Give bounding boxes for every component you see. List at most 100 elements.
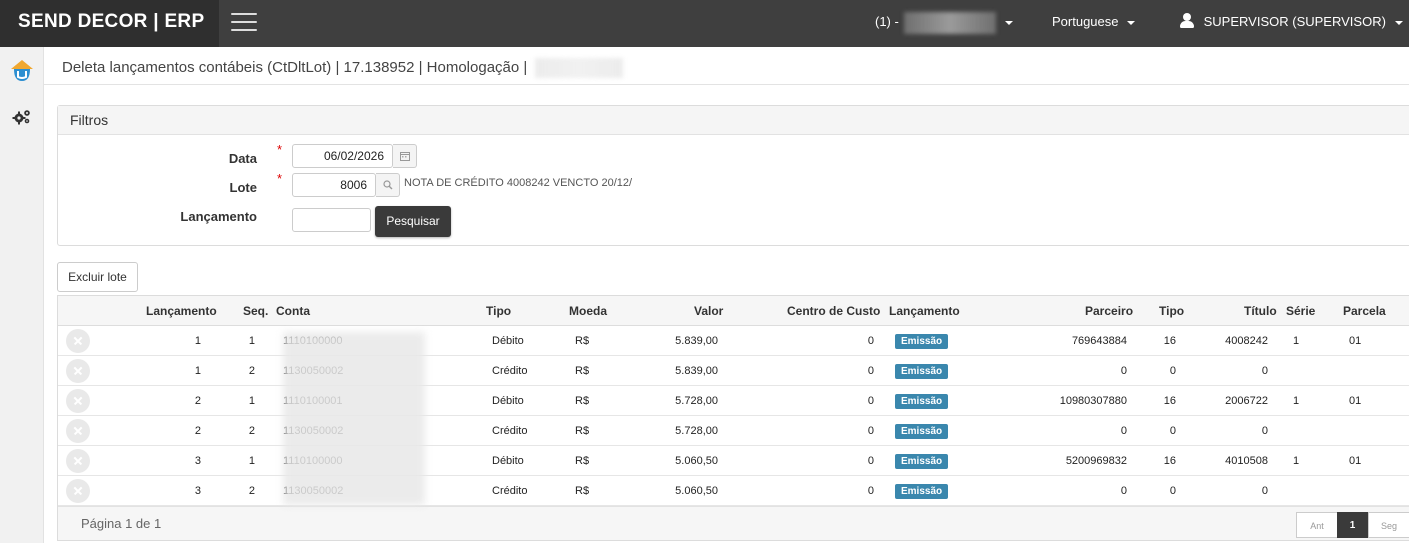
cell-tipo-titulo: 16: [1163, 455, 1176, 467]
company-selector[interactable]: (1) -: [875, 0, 1014, 47]
sidebar-item-home[interactable]: [0, 49, 44, 93]
cell-valor: 5.728,00: [675, 395, 718, 407]
delete-row-icon[interactable]: [66, 479, 90, 503]
filters-title: Filtros: [58, 106, 1409, 135]
delete-row-icon[interactable]: [66, 389, 90, 413]
cell-titulo: 4008242: [1225, 335, 1268, 347]
delete-batch-button[interactable]: Excluir lote: [57, 262, 138, 292]
sidebar-item-settings[interactable]: [0, 95, 44, 139]
app-brand[interactable]: SEND DECOR | ERP: [0, 0, 219, 47]
cell-serie: 1: [1293, 335, 1300, 347]
next-page-button[interactable]: Seg: [1368, 512, 1409, 538]
delete-row-icon[interactable]: [66, 329, 90, 353]
language-selector[interactable]: Portuguese: [1052, 0, 1136, 47]
cell-centro-custo: 0: [867, 425, 874, 437]
entry-type-badge[interactable]: Emissão: [895, 364, 949, 379]
col-tipo[interactable]: Tipo: [486, 296, 511, 326]
lancamento-field[interactable]: [292, 208, 371, 232]
cell-valor: 5.839,00: [675, 335, 718, 347]
table-row[interactable]: 111110100000DébitoR$5.839,00076964388416…: [58, 326, 1409, 356]
gears-icon: [12, 110, 30, 125]
cell-centro-custo: 0: [867, 365, 874, 377]
col-lancamento[interactable]: Lançamento: [146, 296, 217, 326]
entry-type-badge[interactable]: Emissão: [895, 394, 949, 409]
entry-type-badge[interactable]: Emissão: [895, 484, 949, 499]
calendar-button[interactable]: [393, 144, 417, 168]
cell-tipo-titulo: 0: [1169, 365, 1176, 377]
delete-row-icon[interactable]: [66, 449, 90, 473]
cell-lancamento: 2: [194, 425, 201, 437]
lote-field[interactable]: 8006: [292, 173, 376, 197]
cell-centro-custo: 0: [867, 395, 874, 407]
chevron-down-icon: [1005, 20, 1014, 25]
data-field[interactable]: 06/02/2026: [292, 144, 393, 168]
chevron-down-icon: [1127, 20, 1136, 25]
cell-titulo: 4010508: [1225, 455, 1268, 467]
cell-moeda: R$: [575, 455, 590, 467]
cell-lancamento: 3: [194, 455, 201, 467]
cell-moeda: R$: [575, 365, 590, 377]
table-row[interactable]: 121130050002CréditoR$5.839,000000Emissão: [58, 356, 1409, 386]
col-tipo-titulo[interactable]: Tipo: [1159, 296, 1184, 326]
entry-type-badge[interactable]: Emissão: [895, 454, 949, 469]
cell-valor: 5.060,50: [675, 455, 718, 467]
prev-page-button[interactable]: Ant: [1296, 512, 1338, 538]
user-menu[interactable]: SUPERVISOR (SUPERVISOR): [1180, 0, 1403, 47]
cell-valor: 5.060,50: [675, 485, 718, 497]
lote-search-button[interactable]: [376, 173, 400, 197]
lancamento-label: Lançamento: [180, 209, 257, 224]
col-lancamento-tipo[interactable]: Lançamento: [889, 296, 960, 326]
sidebar: [0, 47, 44, 543]
delete-row-icon[interactable]: [66, 419, 90, 443]
company-prefix: (1) -: [875, 14, 899, 29]
cell-centro-custo: 0: [867, 485, 874, 497]
cell-parcela: 01: [1349, 455, 1362, 467]
cell-tipo: Débito: [492, 395, 524, 407]
data-label: Data: [228, 151, 257, 166]
menu-toggle-icon[interactable]: [231, 13, 257, 33]
lote-label: Lote: [229, 180, 257, 195]
table-row[interactable]: 311110100000DébitoR$5.060,50052009698321…: [58, 446, 1409, 476]
cell-parcela: 01: [1349, 395, 1362, 407]
cell-tipo: Débito: [492, 455, 524, 467]
table-row[interactable]: 211110100001DébitoR$5.728,00010980307880…: [58, 386, 1409, 416]
cell-parcela: 01: [1349, 335, 1362, 347]
page-1-button[interactable]: 1: [1337, 512, 1368, 538]
page-info: Página 1 de 1: [81, 516, 162, 531]
filters-panel: Filtros: [57, 105, 1409, 246]
cell-tipo-titulo: 16: [1163, 395, 1176, 407]
cell-lancamento: 3: [194, 485, 201, 497]
col-centro-custo[interactable]: Centro de Custo: [787, 296, 880, 326]
cell-seq: 1: [248, 335, 255, 347]
language-label: Portuguese: [1052, 14, 1119, 29]
col-conta[interactable]: Conta: [276, 296, 310, 326]
col-seq[interactable]: Seq.: [243, 296, 268, 326]
table-row[interactable]: 321130050002CréditoR$5.060,500000Emissão: [58, 476, 1409, 506]
cell-tipo: Crédito: [492, 425, 528, 437]
page-title: Deleta lançamentos contábeis (CtDltLot) …: [62, 58, 624, 78]
divider: [44, 84, 1409, 85]
cell-seq: 1: [248, 455, 255, 467]
account-redaction: [283, 332, 425, 505]
col-valor[interactable]: Valor: [694, 296, 723, 326]
col-parcela[interactable]: Parcela: [1343, 296, 1386, 326]
delete-row-icon[interactable]: [66, 359, 90, 383]
cell-moeda: R$: [575, 335, 590, 347]
entry-type-badge[interactable]: Emissão: [895, 334, 949, 349]
company-name-redacted: [904, 11, 997, 34]
col-titulo[interactable]: Título: [1244, 296, 1277, 326]
col-moeda[interactable]: Moeda: [569, 296, 607, 326]
user-name: SUPERVISOR (SUPERVISOR): [1203, 14, 1386, 29]
col-serie[interactable]: Série: [1286, 296, 1315, 326]
search-icon: [382, 180, 392, 190]
cell-tipo: Crédito: [492, 485, 528, 497]
cell-moeda: R$: [575, 485, 590, 497]
cell-lancamento: 1: [194, 365, 201, 377]
cell-tipo-titulo: 0: [1169, 425, 1176, 437]
table-row[interactable]: 221130050002CréditoR$5.728,000000Emissão: [58, 416, 1409, 446]
col-parceiro[interactable]: Parceiro: [1085, 296, 1133, 326]
entry-type-badge[interactable]: Emissão: [895, 424, 949, 439]
search-button[interactable]: Pesquisar: [375, 206, 451, 237]
chevron-down-icon: [1394, 20, 1403, 25]
cell-parceiro: 0: [1120, 365, 1127, 377]
